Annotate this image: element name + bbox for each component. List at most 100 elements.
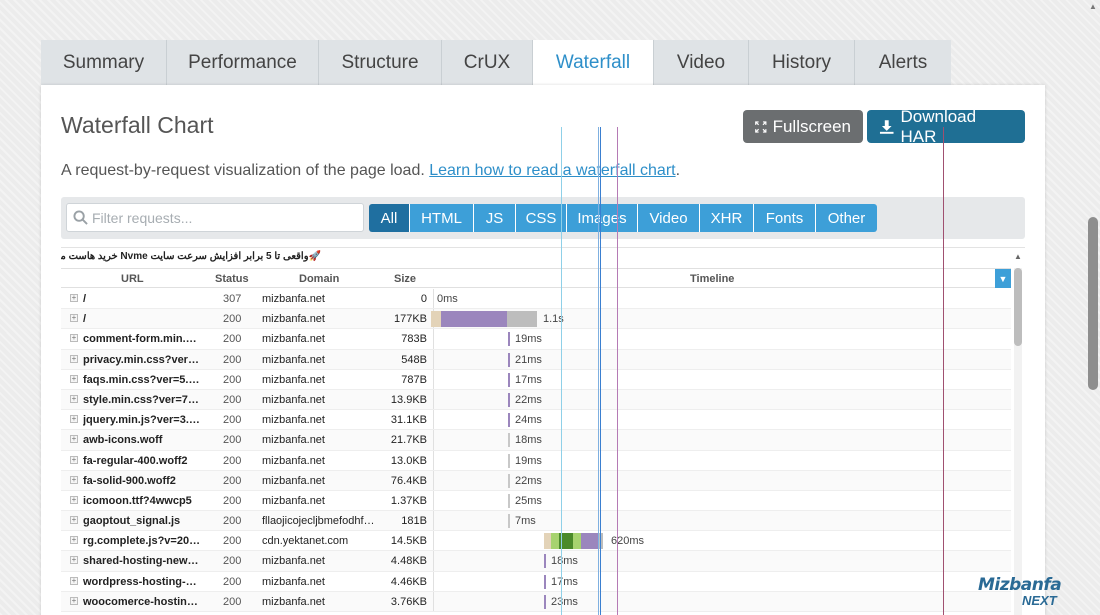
filter-images-button[interactable]: Images [567, 204, 638, 232]
page-scroll-thumb[interactable] [1088, 217, 1098, 390]
column-divider [433, 470, 434, 490]
expand-icon[interactable]: + [70, 495, 78, 504]
expand-icon[interactable]: + [70, 374, 78, 383]
download-har-button[interactable]: Download HAR [867, 107, 1025, 146]
timeline-bar [544, 574, 546, 589]
table-row[interactable]: + style.min.css?ver=7… 200 mizbanfa.net 13.9… [61, 389, 1011, 411]
row-url: / [83, 293, 87, 305]
row-domain: mizbanfa.net [262, 353, 325, 366]
page-scrollbar[interactable]: ▲ [1088, 0, 1098, 615]
table-row[interactable]: +/200 mizbanfa.net 177KB 1.1s [61, 309, 1011, 330]
expand-icon[interactable]: + [70, 314, 78, 323]
page-title: Waterfall Chart [61, 112, 214, 138]
col-domain[interactable]: Domain [299, 273, 339, 285]
tab-crux[interactable]: CrUX [442, 40, 533, 85]
subtitle: A request-by-request visualization of th… [61, 162, 680, 180]
expand-icon[interactable]: + [70, 334, 78, 343]
column-divider [433, 389, 434, 410]
expand-icon[interactable]: + [70, 415, 78, 424]
filter-all-button[interactable]: All [369, 204, 410, 232]
expand-icon[interactable]: + [70, 536, 78, 545]
row-domain: mizbanfa.net [262, 555, 325, 568]
marker-line [617, 127, 618, 615]
filter-xhr-button[interactable]: XHR [700, 204, 754, 232]
filter-other-button[interactable]: Other [816, 204, 877, 232]
table-row[interactable]: + / 307 mizbanfa.net 0 0ms [61, 289, 1011, 310]
waterfall-scroll-thumb[interactable] [1014, 268, 1022, 346]
table-row[interactable]: + wordpress-hosting-… 200 mizbanfa.net 4.46K… [61, 571, 1011, 592]
col-size[interactable]: Size [394, 273, 416, 285]
waterfall-view: 🚀واقعی تا 5 برابر افزایش سرعت سایت Nvme … [61, 247, 1025, 615]
row-status: 200 [223, 434, 242, 447]
table-row[interactable]: + awb-icons.woff 200 mizbanfa.net 21.7KB 18ms [61, 430, 1011, 451]
table-row[interactable]: + gaoptout_signal.js 200 fllaojicojecljbmef… [61, 511, 1011, 532]
row-domain: mizbanfa.net [262, 414, 325, 427]
table-row[interactable]: + rg.complete.js?v=20… 200 cdn.yektanet.com… [61, 531, 1011, 552]
filter-css-button[interactable]: CSS [516, 204, 567, 232]
col-status[interactable]: Status [215, 273, 249, 285]
subtitle-end: . [675, 162, 681, 179]
tab-structure[interactable]: Structure [319, 40, 442, 85]
expand-icon[interactable]: + [70, 516, 78, 525]
row-status: 307 [223, 293, 242, 305]
waterfall-card: Waterfall Chart Fullscreen Download HAR … [41, 85, 1045, 615]
timeline-bar [508, 514, 510, 529]
row-url: shared-hosting-new… [83, 555, 199, 568]
table-row[interactable]: + woocomerce-hostin… 200 mizbanfa.net 3.76KB… [61, 591, 1011, 612]
expand-icon[interactable]: + [70, 394, 78, 403]
expand-icon[interactable]: + [70, 354, 78, 363]
expand-icon[interactable]: + [70, 576, 78, 585]
marker-line [598, 127, 599, 615]
expand-icon[interactable]: + [70, 596, 78, 605]
row-duration: 18ms [515, 434, 542, 447]
row-url: fa-solid-900.woff2 [83, 474, 176, 487]
filter-video-button[interactable]: Video [638, 204, 700, 232]
page-scroll-up-icon[interactable]: ▲ [1089, 2, 1097, 11]
tab-summary[interactable]: Summary [41, 40, 167, 85]
request-list: + / 307 mizbanfa.net 0 0ms + / 200 mizbanfa.net 17… [61, 289, 1011, 612]
timeline-bar [508, 433, 510, 448]
expand-icon[interactable]: + [70, 475, 78, 484]
filter-requests-input[interactable] [92, 209, 352, 226]
table-row[interactable]: + comment-form.min.… 200 mizbanfa.net 783B 19… [61, 329, 1011, 350]
table-row[interactable]: + fa-solid-900.woff2 200 mizbanfa.net 76.4KB… [61, 470, 1011, 491]
col-url[interactable]: URL [121, 273, 144, 285]
table-row[interactable]: + jquery.min.js?ver=3.… 200 mizbanfa.net 31.… [61, 410, 1011, 431]
expand-icon[interactable]: + [70, 455, 78, 464]
row-duration: 21ms [515, 353, 542, 366]
filter-fonts-button[interactable]: Fonts [754, 204, 816, 232]
column-divider [433, 450, 434, 470]
row-status: 200 [223, 373, 242, 386]
table-row[interactable]: + shared-hosting-new… 200 mizbanfa.net 4.48K… [61, 551, 1011, 572]
table-row[interactable]: + privacy.min.css?ver… 200 mizbanfa.net 548B… [61, 349, 1011, 370]
tab-bar: Summary Performance Structure CrUX Water… [41, 40, 951, 85]
row-size: 787B [401, 373, 427, 386]
row-duration: 25ms [515, 494, 542, 507]
download-label: Download HAR [900, 106, 977, 146]
table-row[interactable]: + icomoon.ttf?4wwcp5 200 mizbanfa.net 1.37KB… [61, 490, 1011, 512]
timeline-dropdown-icon[interactable]: ▼ [995, 269, 1011, 288]
waterfall-scrollbar[interactable] [1014, 268, 1022, 615]
expand-icon[interactable]: + [70, 435, 78, 444]
fullscreen-button[interactable]: Fullscreen [743, 110, 863, 143]
tab-waterfall[interactable]: Waterfall [533, 40, 654, 85]
scroll-up-icon[interactable]: ▲ [1014, 252, 1022, 261]
learn-waterfall-link[interactable]: Learn how to read a waterfall chart [429, 162, 675, 179]
expand-icon[interactable]: + [70, 294, 78, 302]
filter-js-button[interactable]: JS [474, 204, 516, 232]
row-size: 1.37KB [390, 494, 427, 507]
table-row[interactable]: + faqs.min.css?ver=5.… 200 mizbanfa.net 787B… [61, 369, 1011, 390]
row-domain: mizbanfa.net [262, 494, 325, 507]
timeline-bar [508, 493, 510, 508]
filter-html-button[interactable]: HTML [410, 204, 474, 232]
tab-video[interactable]: Video [654, 40, 749, 85]
tab-performance[interactable]: Performance [167, 40, 319, 85]
timeline-bar [508, 392, 510, 407]
row-duration: 23ms [551, 595, 578, 608]
tab-history[interactable]: History [749, 40, 855, 85]
expand-icon[interactable]: + [70, 556, 78, 565]
search-box [66, 203, 364, 232]
table-row[interactable]: + fa-regular-400.woff2 200 mizbanfa.net 13.0… [61, 450, 1011, 471]
timeline-bar [508, 473, 510, 488]
tab-alerts[interactable]: Alerts [855, 40, 951, 85]
